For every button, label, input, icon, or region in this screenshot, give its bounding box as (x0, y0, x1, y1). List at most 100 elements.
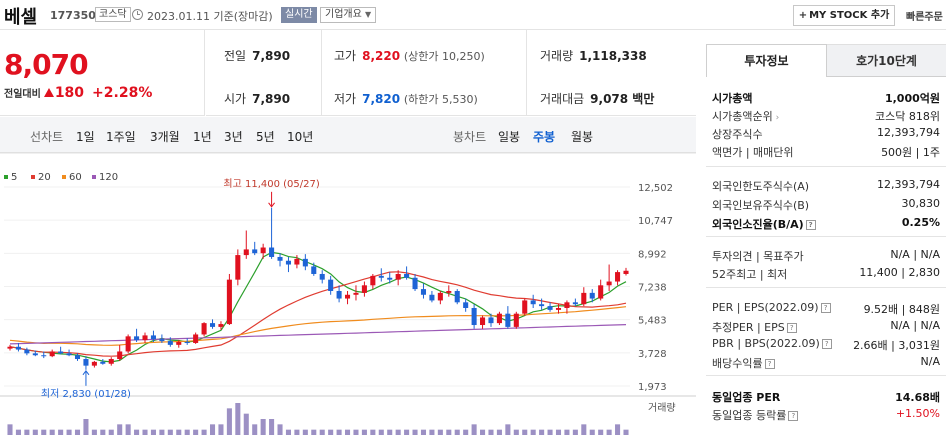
info-row: 동일업종 등락률? +1.50% (712, 407, 940, 425)
candle-body (201, 323, 207, 335)
tab-1day[interactable]: 1일 (76, 128, 95, 145)
candle-body (15, 346, 21, 350)
open-label: 시가 (224, 92, 247, 106)
candle-body (615, 272, 621, 282)
help-icon[interactable]: ? (764, 359, 775, 369)
volume-bar (564, 429, 570, 435)
tab-weekly-candle[interactable]: 주봉 (533, 128, 555, 145)
info-row: 상장주식수 12,393,794 (712, 126, 940, 144)
y-tick-label: 10,747 (638, 216, 673, 227)
volume-bar (302, 429, 308, 435)
current-price: 8,070 (4, 48, 89, 81)
y-tick-label: 1,973 (638, 382, 667, 393)
help-icon[interactable]: ? (820, 303, 831, 313)
tab-daily-candle[interactable]: 일봉 (498, 128, 520, 145)
volume-bar (108, 429, 114, 435)
ma60-line (9, 306, 627, 346)
volume-bar (226, 408, 232, 435)
info-row: 추정PER | EPS? N/A | N/A (712, 319, 940, 337)
low-price: 저가 7,820 (하한가 5,530) (334, 90, 478, 107)
company-overview-dropdown[interactable]: 기업개요 ▼ (320, 7, 377, 23)
info-value: +1.50% (895, 407, 940, 420)
prev-close: 전일 7,890 (224, 47, 290, 64)
chart-period-tabs: 선차트 1일 1주일 3개월 1년 3년 5년 10년 봉차트 일봉 주봉 월봉 (0, 117, 696, 153)
volume-bar (218, 424, 224, 435)
max-price-annotation: 최고 11,400 (05/27) (223, 178, 319, 190)
volume-bar (7, 424, 13, 435)
volume: 거래량 1,118,338 (540, 47, 647, 64)
candle-body (539, 304, 545, 307)
investment-info-panel: 투자정보 호가10단계 시가총액 1,000억원 시가총액순위 › 코스닥 818위 상… (706, 44, 946, 435)
change-percent: +2.28% (92, 85, 153, 101)
price-chart[interactable]: 12,502 10,747 8,992 7,238 5,483 3,728 1,973 최고 … (0, 153, 696, 435)
info-value: 14.68배 (895, 391, 940, 404)
tab-monthly-candle[interactable]: 월봉 (571, 128, 593, 145)
candle-body (623, 270, 629, 274)
candle-body (496, 313, 502, 324)
volume-bar (100, 429, 106, 435)
candle-body (522, 300, 528, 314)
info-row: 시가총액순위 › 코스닥 818위 (712, 108, 940, 126)
volume-axis-label: 거래량 (648, 402, 676, 414)
volume-bar (319, 429, 325, 435)
candle-body (547, 306, 553, 310)
ma120-line (9, 324, 627, 345)
volume-bar (176, 429, 182, 435)
candle-body (395, 273, 401, 280)
info-row: 동일업종 PER 14.68배 (712, 389, 940, 407)
volume-bar (395, 429, 401, 435)
help-icon[interactable]: ? (805, 220, 816, 230)
candle-body (83, 359, 89, 366)
candle-body (319, 273, 325, 280)
quick-order-link[interactable]: 빠른주문 (906, 8, 943, 23)
candle-body (176, 342, 182, 345)
info-label: PBR | BPS(2022.09)? (712, 337, 832, 350)
info-row: 배당수익률? N/A (712, 355, 940, 373)
volume-bar (429, 429, 435, 435)
tab-10year[interactable]: 10년 (287, 128, 313, 145)
volume-bar (66, 429, 72, 435)
tab-3year[interactable]: 3년 (224, 128, 243, 145)
help-icon[interactable]: ? (786, 323, 797, 333)
candle-body (252, 249, 258, 254)
volume-bar (294, 429, 300, 435)
help-icon[interactable]: ? (788, 411, 799, 421)
info-value: 코스닥 818위 (875, 110, 940, 123)
info-value: 2.66배 | 3,031원 (853, 339, 940, 352)
info-value: N/A | N/A (890, 319, 940, 332)
current-price-panel: 8,070 전일대비 180 +2.28% (0, 30, 205, 116)
info-label: PER | EPS(2022.09)? (712, 301, 831, 314)
info-label: 액면가 | 매매단위 (712, 146, 794, 159)
volume-bar (91, 429, 97, 435)
candle-body (269, 247, 275, 257)
chevron-right-icon[interactable]: › (773, 113, 780, 123)
high-value: 8,220 (362, 49, 401, 63)
candle-body (167, 341, 173, 345)
candle-body (100, 361, 106, 364)
realtime-button[interactable]: 실시간 (281, 7, 317, 23)
tab-3month[interactable]: 3개월 (150, 128, 180, 145)
volume-bar (235, 403, 241, 435)
help-icon[interactable]: ? (821, 339, 832, 349)
candle-body (209, 323, 216, 327)
candle-body (480, 317, 486, 326)
candle-body (429, 294, 435, 301)
candle-body (336, 290, 342, 299)
candle-body (159, 339, 165, 342)
volume-bar (328, 429, 334, 435)
tab-5year[interactable]: 5년 (256, 128, 275, 145)
lower-limit: (하한가 5,530) (403, 93, 478, 106)
volume-bar (522, 429, 528, 435)
tab-investment-info[interactable]: 투자정보 (706, 44, 827, 77)
volume-bar (420, 429, 427, 435)
add-mystock-button[interactable]: + MY STOCK 추가 (793, 5, 895, 26)
tab-orderbook-10[interactable]: 호가10단계 (827, 44, 946, 77)
volume-bar (615, 424, 621, 435)
info-label: 동일업종 PER (712, 391, 781, 404)
candle-body (91, 361, 97, 366)
candle-body (361, 285, 367, 293)
tab-1week[interactable]: 1주일 (106, 128, 136, 145)
candle-body (513, 313, 519, 327)
tab-1year[interactable]: 1년 (193, 128, 212, 145)
candle-body (598, 285, 604, 299)
